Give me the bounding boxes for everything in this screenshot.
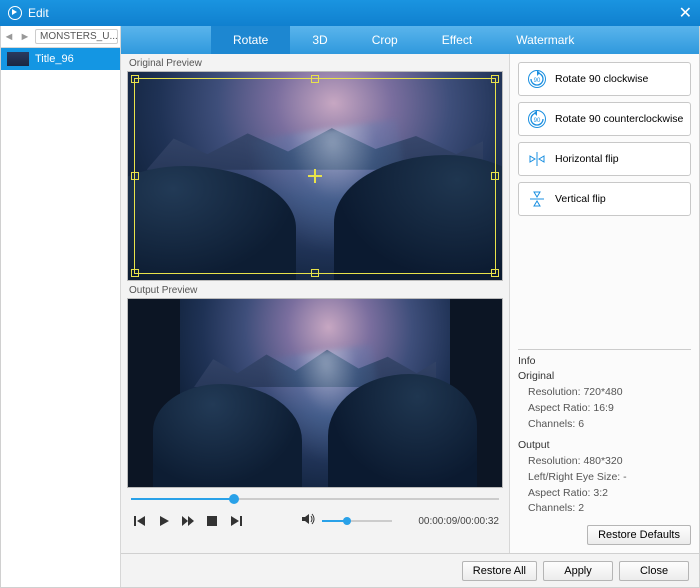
option-label: Vertical flip bbox=[555, 193, 606, 205]
info-output-aspect: Aspect Ratio: 3:2 bbox=[518, 486, 691, 502]
info-original-heading: Original bbox=[518, 369, 691, 385]
source-title[interactable]: MONSTERS_U... bbox=[35, 29, 118, 44]
output-preview-label: Output Preview bbox=[129, 285, 503, 296]
rotate-cw-icon: 90 bbox=[525, 67, 549, 91]
tabs: Rotate 3D Crop Effect Watermark bbox=[121, 26, 699, 54]
apply-button[interactable]: Apply bbox=[543, 561, 613, 581]
tab-watermark[interactable]: Watermark bbox=[494, 26, 596, 54]
window-title: Edit bbox=[28, 6, 49, 20]
crop-handle[interactable] bbox=[311, 75, 319, 83]
speaker-icon[interactable] bbox=[302, 512, 316, 530]
flip-vertical-button[interactable]: Vertical flip bbox=[518, 182, 691, 216]
nav-prev-icon[interactable]: ◄ bbox=[1, 31, 17, 43]
rotate-ccw-icon: 90 bbox=[525, 107, 549, 131]
original-preview[interactable] bbox=[127, 71, 503, 281]
app-icon bbox=[8, 6, 22, 20]
crop-handle[interactable] bbox=[311, 269, 319, 277]
title-thumbnail bbox=[7, 52, 29, 66]
svg-text:90: 90 bbox=[534, 78, 541, 84]
info-original-aspect: Aspect Ratio: 16:9 bbox=[518, 401, 691, 417]
info-output-channels: Channels: 2 bbox=[518, 501, 691, 517]
tab-crop[interactable]: Crop bbox=[350, 26, 420, 54]
restore-defaults-button[interactable]: Restore Defaults bbox=[587, 525, 691, 545]
crop-handle[interactable] bbox=[491, 75, 499, 83]
crop-handle[interactable] bbox=[131, 172, 139, 180]
sidebar-item-label: Title_96 bbox=[35, 53, 74, 65]
flip-horizontal-icon bbox=[525, 147, 549, 171]
option-label: Horizontal flip bbox=[555, 153, 619, 165]
svg-text:90: 90 bbox=[534, 118, 541, 124]
titlebar: Edit ✕ bbox=[0, 0, 700, 26]
fast-forward-button[interactable] bbox=[179, 513, 197, 529]
tab-3d[interactable]: 3D bbox=[290, 26, 349, 54]
info-heading: Info bbox=[518, 354, 691, 370]
play-button[interactable] bbox=[155, 513, 173, 529]
time-display: 00:00:09/00:00:32 bbox=[418, 516, 499, 527]
volume-slider[interactable] bbox=[322, 520, 392, 522]
info-panel: Info Original Resolution: 720*480 Aspect… bbox=[518, 349, 691, 518]
sidebar: ◄ ► MONSTERS_U... Title_96 bbox=[1, 26, 121, 587]
flip-horizontal-button[interactable]: Horizontal flip bbox=[518, 142, 691, 176]
info-original-channels: Channels: 6 bbox=[518, 417, 691, 433]
rotate-ccw-button[interactable]: 90 Rotate 90 counterclockwise bbox=[518, 102, 691, 136]
original-preview-label: Original Preview bbox=[129, 58, 503, 69]
skip-forward-button[interactable] bbox=[227, 513, 245, 529]
output-preview bbox=[127, 298, 503, 488]
close-button[interactable]: Close bbox=[619, 561, 689, 581]
tab-rotate[interactable]: Rotate bbox=[211, 26, 290, 54]
skip-back-button[interactable] bbox=[131, 513, 149, 529]
sidebar-item-title[interactable]: Title_96 bbox=[1, 48, 120, 70]
info-original-resolution: Resolution: 720*480 bbox=[518, 385, 691, 401]
right-panel: 90 Rotate 90 clockwise 90 Rotate 90 coun… bbox=[509, 54, 699, 553]
close-icon[interactable]: ✕ bbox=[679, 3, 692, 23]
crop-handle[interactable] bbox=[491, 269, 499, 277]
sidebar-header: ◄ ► MONSTERS_U... bbox=[1, 26, 120, 48]
info-output-heading: Output bbox=[518, 438, 691, 454]
info-output-eyesize: Left/Right Eye Size: - bbox=[518, 470, 691, 486]
nav-next-icon[interactable]: ► bbox=[17, 31, 33, 43]
footer: Restore All Apply Close bbox=[121, 553, 699, 587]
rotate-cw-button[interactable]: 90 Rotate 90 clockwise bbox=[518, 62, 691, 96]
option-label: Rotate 90 counterclockwise bbox=[555, 113, 683, 125]
info-output-resolution: Resolution: 480*320 bbox=[518, 454, 691, 470]
crop-handle[interactable] bbox=[131, 75, 139, 83]
crop-center-icon[interactable] bbox=[308, 169, 322, 183]
volume-control[interactable] bbox=[302, 512, 392, 530]
tab-effect[interactable]: Effect bbox=[420, 26, 494, 54]
seek-slider[interactable] bbox=[131, 494, 499, 504]
stop-button[interactable] bbox=[203, 513, 221, 529]
crop-handle[interactable] bbox=[491, 172, 499, 180]
restore-all-button[interactable]: Restore All bbox=[462, 561, 537, 581]
playback-controls: 00:00:09/00:00:32 bbox=[127, 508, 503, 538]
option-label: Rotate 90 clockwise bbox=[555, 73, 648, 85]
crop-frame[interactable] bbox=[134, 78, 496, 274]
flip-vertical-icon bbox=[525, 187, 549, 211]
crop-handle[interactable] bbox=[131, 269, 139, 277]
